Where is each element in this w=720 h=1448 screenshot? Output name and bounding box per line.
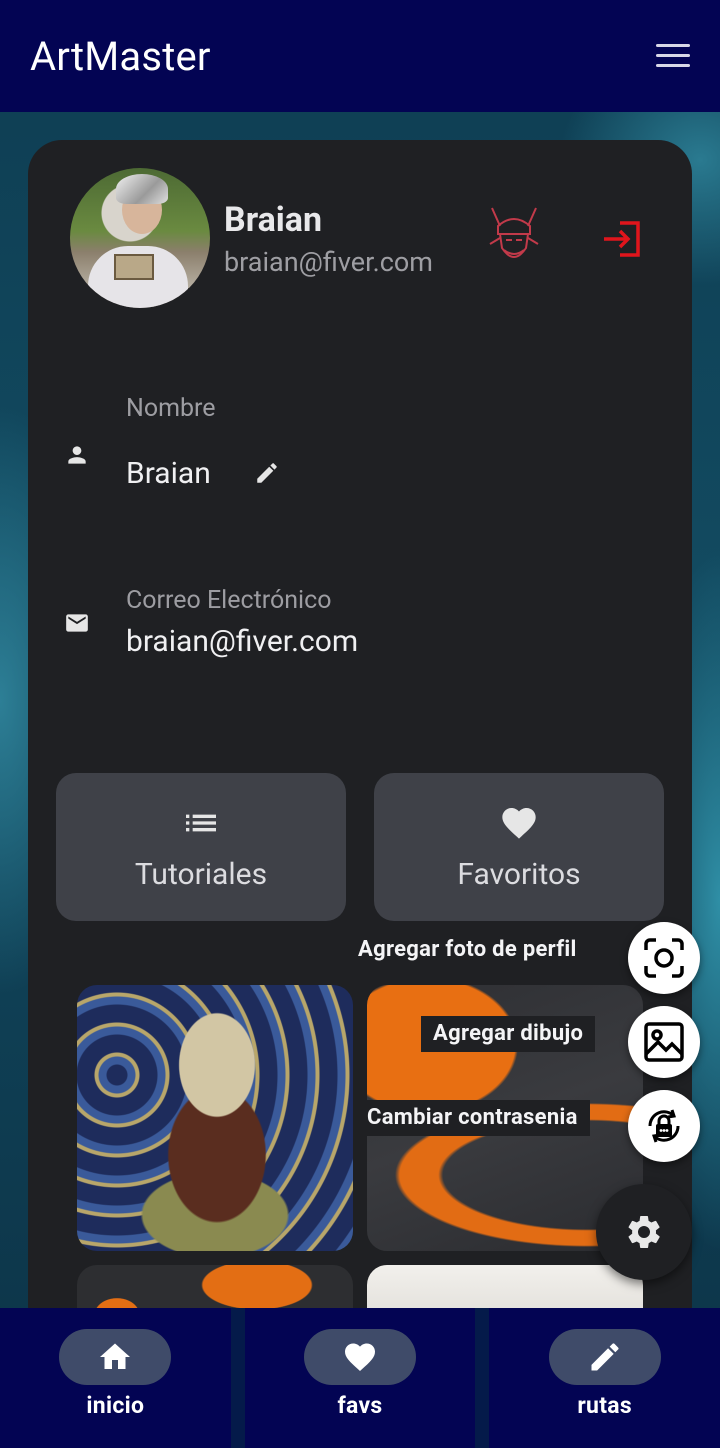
- change-password-label: Cambiar contrasenia: [355, 1100, 590, 1136]
- person-icon: [68, 446, 86, 464]
- pencil-icon: [591, 1343, 619, 1371]
- add-photo-button[interactable]: [628, 922, 700, 994]
- email-label: Correo Electrónico: [126, 586, 332, 615]
- tutorials-button[interactable]: Tutoriales: [56, 773, 346, 921]
- add-drawing-button[interactable]: [628, 1006, 700, 1078]
- name-label: Nombre: [126, 394, 216, 423]
- nav-item-inicio[interactable]: inicio: [0, 1308, 231, 1448]
- nav-item-favs[interactable]: favs: [245, 1308, 476, 1448]
- heart-icon: [345, 1343, 375, 1372]
- nav-label-inicio: inicio: [86, 1392, 145, 1419]
- add-photo-label: Agregar foto de perfil: [346, 932, 589, 968]
- logout-icon[interactable]: [602, 220, 642, 258]
- app-title: ArtMaster: [30, 32, 211, 80]
- avatar[interactable]: [70, 168, 210, 308]
- mail-icon: [66, 614, 88, 632]
- settings-fab[interactable]: [596, 1184, 692, 1280]
- gear-icon: [628, 1216, 660, 1248]
- favorites-button[interactable]: Favoritos: [374, 773, 664, 921]
- add-drawing-label: Agregar dibujo: [421, 1016, 596, 1052]
- lock-reset-icon: [648, 1109, 680, 1143]
- gallery-image-portrait[interactable]: [77, 985, 353, 1251]
- profile-email: braian@fiver.com: [224, 246, 433, 278]
- nav-pill-inicio[interactable]: [59, 1329, 172, 1385]
- nav-label-rutas: rutas: [577, 1392, 633, 1419]
- profile-name: Braian: [224, 200, 323, 240]
- nav-divider: [230, 1308, 245, 1448]
- home-icon: [100, 1343, 131, 1369]
- nav-pill-favs[interactable]: [304, 1329, 416, 1385]
- app-bar: ArtMaster: [0, 0, 720, 112]
- tutorials-label: Tutoriales: [134, 857, 268, 892]
- bottom-navigation: inicio favs rutas: [0, 1308, 720, 1448]
- heart-icon: [502, 808, 536, 839]
- edit-name-icon[interactable]: [254, 460, 280, 486]
- email-value: braian@fiver.com: [126, 624, 359, 659]
- nav-item-rutas[interactable]: rutas: [489, 1308, 720, 1448]
- nav-divider: [475, 1308, 490, 1448]
- favorites-label: Favoritos: [457, 857, 581, 892]
- change-password-button[interactable]: [628, 1090, 700, 1162]
- profile-card: Braian braian@fiver.com Nombre Braian Co…: [28, 140, 692, 1340]
- camera-scan-icon: [644, 938, 684, 978]
- image-icon: [644, 1022, 684, 1062]
- list-icon: [186, 814, 216, 832]
- hamburger-menu-icon[interactable]: [656, 44, 690, 68]
- viking-badge-icon: [489, 207, 539, 258]
- nav-label-favs: favs: [337, 1392, 383, 1419]
- name-value: Braian: [126, 456, 211, 491]
- nav-pill-rutas[interactable]: [548, 1329, 661, 1385]
